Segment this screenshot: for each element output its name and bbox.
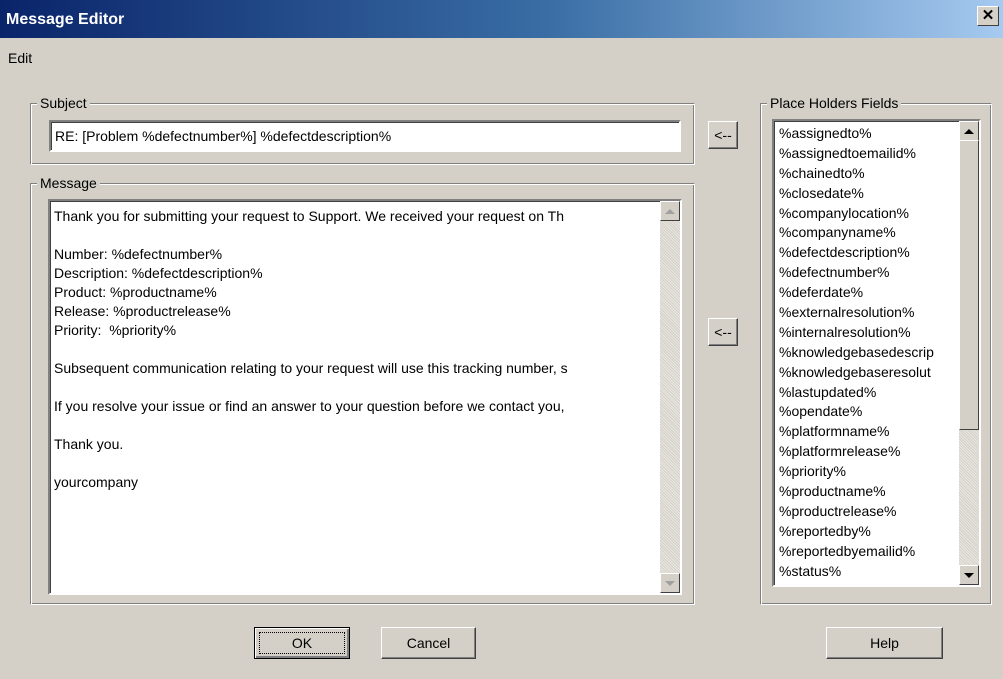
list-item[interactable]: %lastupdated%: [779, 383, 957, 403]
message-line: Priority: %priority%: [54, 322, 177, 338]
message-line: [54, 416, 658, 435]
message-line: [54, 454, 658, 473]
placeholders-items: %assignedto% %assignedtoemailid% %chainedt…: [776, 123, 957, 583]
scroll-down-button[interactable]: [959, 565, 979, 585]
message-line: [54, 378, 658, 397]
close-icon: ✕: [981, 7, 995, 24]
list-item[interactable]: %reportedbyemailid%: [779, 542, 957, 562]
title-bar: Message Editor ✕: [0, 0, 1003, 38]
list-item[interactable]: %priority%: [779, 462, 957, 482]
cancel-label: Cancel: [406, 635, 451, 651]
placeholders-label: Place Holders Fields: [767, 95, 902, 111]
message-label: Message: [37, 175, 100, 191]
window-title: Message Editor: [6, 11, 125, 28]
message-line: If you resolve your issue or find an ans…: [54, 398, 565, 414]
message-line: yourcompany: [54, 474, 139, 490]
message-line: Release: %productrelease%: [54, 303, 231, 319]
message-line: [54, 340, 658, 359]
message-line: [54, 226, 658, 245]
menu-edit[interactable]: Edit: [8, 50, 32, 66]
scroll-up-button[interactable]: [660, 201, 680, 221]
list-item[interactable]: %platformname%: [779, 422, 957, 442]
list-item[interactable]: %deferdate%: [779, 283, 957, 303]
message-text[interactable]: Thank you for submitting your request to…: [52, 203, 658, 591]
message-scrollbar[interactable]: [660, 201, 680, 593]
list-item[interactable]: %assignedto%: [779, 124, 957, 144]
list-item[interactable]: %reportedby%: [779, 522, 957, 542]
insert-arrow-label: <--: [714, 324, 732, 340]
message-line: Subsequent communication relating to you…: [54, 360, 568, 376]
list-item[interactable]: %status%: [779, 562, 957, 582]
insert-message-button[interactable]: <--: [708, 318, 738, 346]
list-item[interactable]: %platformrelease%: [779, 442, 957, 462]
subject-input[interactable]: RE: [Problem %defectnumber%] %defectdesc…: [49, 120, 681, 152]
scroll-thumb[interactable]: [959, 140, 979, 430]
message-line: Thank you.: [54, 436, 124, 452]
arrow-up-icon: [665, 208, 675, 214]
close-button[interactable]: ✕: [977, 6, 999, 26]
insert-arrow-label: <--: [714, 127, 732, 143]
list-item[interactable]: %chainedto%: [779, 164, 957, 184]
list-item[interactable]: %externalresolution%: [779, 303, 957, 323]
help-label: Help: [870, 635, 899, 651]
list-item[interactable]: %defectdescription%: [779, 243, 957, 263]
placeholders-scrollbar[interactable]: [959, 121, 979, 585]
list-item[interactable]: %productrelease%: [779, 502, 957, 522]
placeholders-list[interactable]: %assignedto% %assignedtoemailid% %chainedt…: [772, 119, 981, 587]
scroll-up-button[interactable]: [959, 121, 979, 141]
message-line: Number: %defectnumber%: [54, 246, 223, 262]
cancel-button[interactable]: Cancel: [381, 627, 476, 659]
list-item[interactable]: %internalresolution%: [779, 323, 957, 343]
arrow-down-icon: [665, 580, 675, 586]
arrow-down-icon: [964, 572, 974, 578]
list-item[interactable]: %companylocation%: [779, 204, 957, 224]
list-item[interactable]: %companyname%: [779, 223, 957, 243]
help-button[interactable]: Help: [826, 627, 943, 659]
ok-label: OK: [291, 635, 313, 651]
list-item[interactable]: %opendate%: [779, 402, 957, 422]
list-item[interactable]: %defectnumber%: [779, 263, 957, 283]
list-item[interactable]: %assignedtoemailid%: [779, 144, 957, 164]
menu-bar: Edit: [0, 44, 1003, 70]
list-item[interactable]: %closedate%: [779, 184, 957, 204]
subject-label: Subject: [37, 95, 90, 111]
list-item[interactable]: %knowledgebasedescrip: [779, 343, 957, 363]
arrow-up-icon: [964, 128, 974, 134]
scroll-down-button[interactable]: [660, 573, 680, 593]
message-line: Thank you for submitting your request to…: [54, 208, 564, 224]
list-item[interactable]: %productname%: [779, 482, 957, 502]
insert-subject-button[interactable]: <--: [708, 121, 738, 149]
message-textarea[interactable]: Thank you for submitting your request to…: [48, 199, 682, 595]
ok-button[interactable]: OK: [254, 627, 350, 659]
message-line: Product: %productname%: [54, 284, 217, 300]
message-line: Description: %defectdescription%: [54, 265, 263, 281]
list-item[interactable]: %knowledgebaseresolut: [779, 363, 957, 383]
